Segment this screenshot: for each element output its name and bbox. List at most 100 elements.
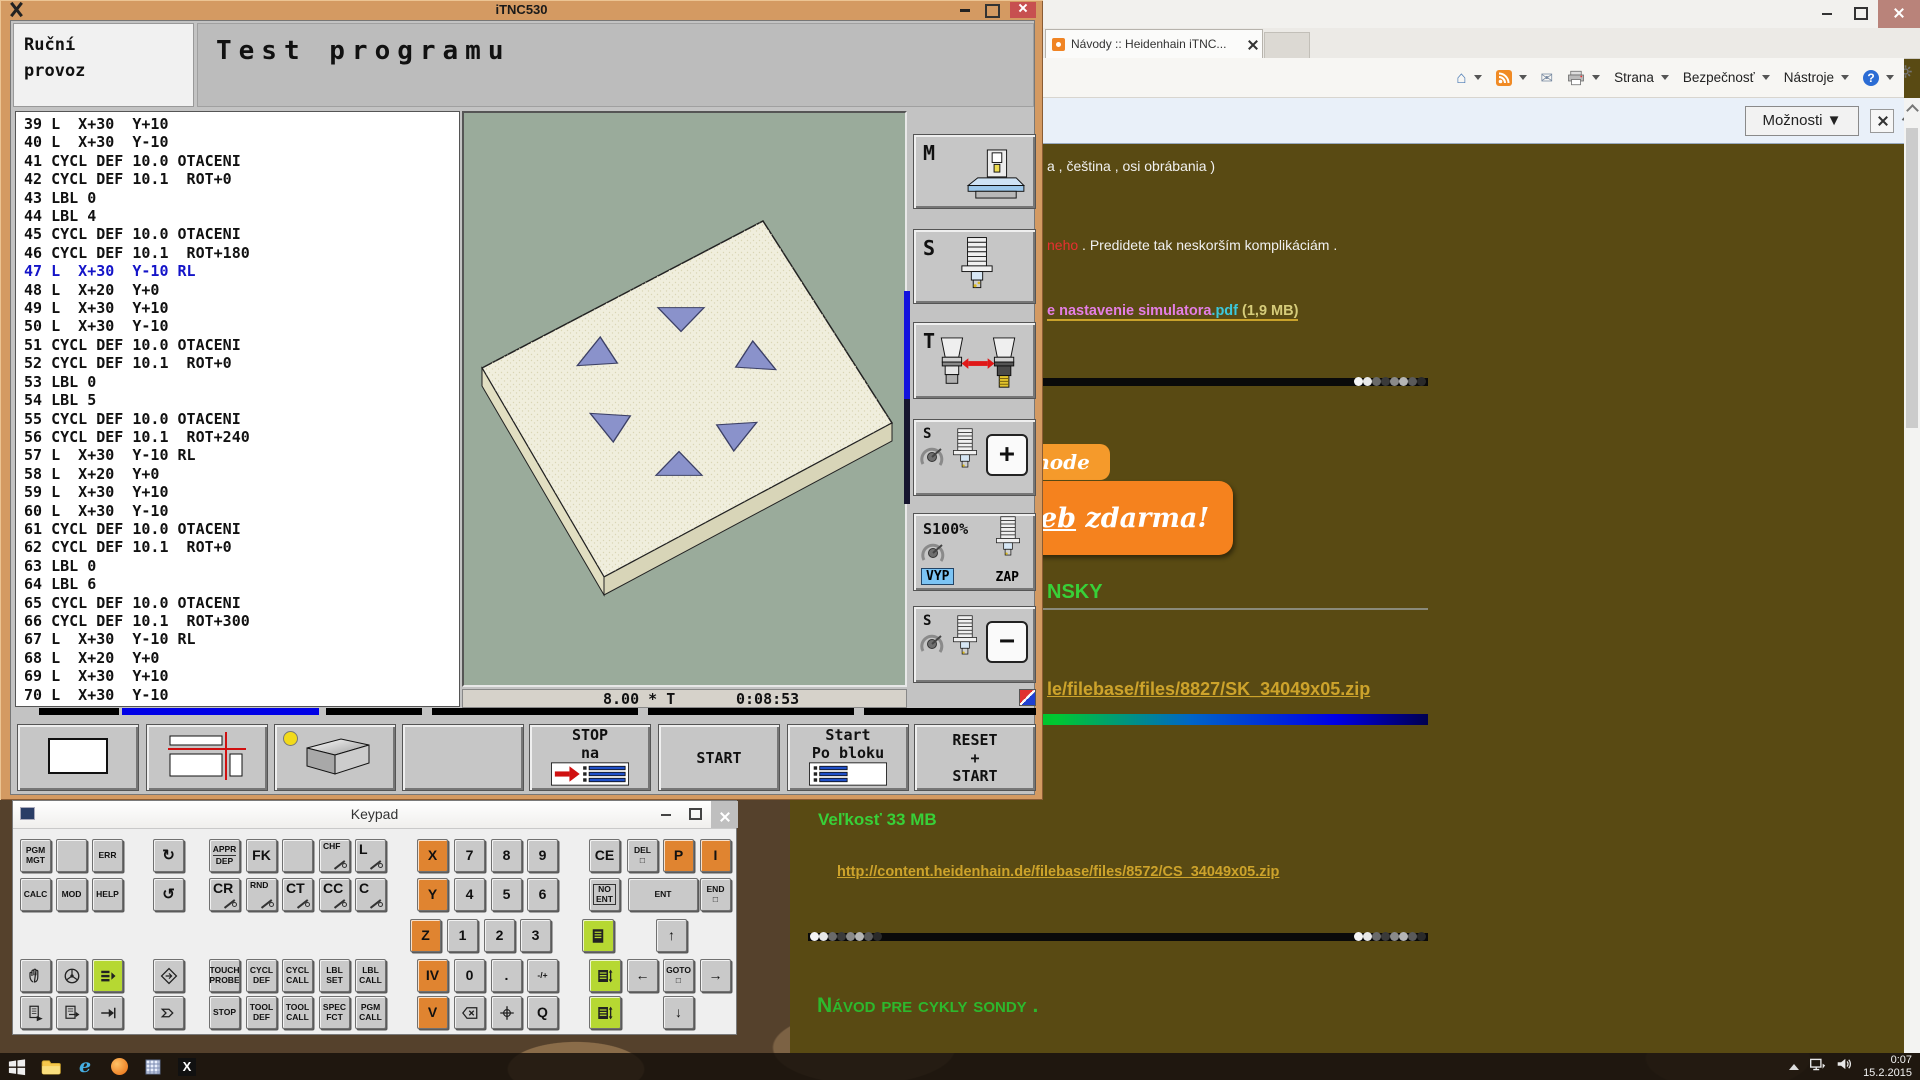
program-line[interactable]: 39 L X+30 Y+10 [24, 115, 459, 133]
screen-doc-icon[interactable] [582, 919, 614, 952]
softkey-start-po bloku[interactable]: Start Po bloku [787, 724, 909, 791]
program-line[interactable]: 64 LBL 6 [24, 575, 459, 593]
run-arrow-icon[interactable] [92, 996, 123, 1029]
hand-icon[interactable] [20, 959, 51, 992]
zip-link-sk[interactable]: le/filebase/files/8827/SK_34049x05.zip [1047, 679, 1370, 700]
backspace-icon[interactable] [454, 996, 485, 1029]
program-line[interactable]: 66 CYCL DEF 10.1 ROT+300 [24, 612, 459, 630]
program-line[interactable]: 70 L X+30 Y-10 [24, 686, 459, 704]
program-line[interactable]: 59 L X+30 Y+10 [24, 483, 459, 501]
key-ct[interactable]: CT [282, 878, 313, 911]
key-ce[interactable]: CE [589, 839, 620, 872]
key-7[interactable]: 7 [454, 839, 485, 872]
key-pgm[interactable]: PGMCALL [355, 996, 386, 1029]
program-line[interactable]: 48 L X+20 Y+0 [24, 281, 459, 299]
network-icon[interactable] [1809, 1057, 1826, 1077]
mdi-icon[interactable] [153, 959, 184, 992]
program-line[interactable]: 41 CYCL DEF 10.0 OTACENI [24, 152, 459, 170]
key-z[interactable]: Z [410, 919, 441, 952]
vyp-toggle[interactable]: VYP [921, 568, 954, 585]
key-6[interactable]: 6 [527, 878, 558, 911]
program-line[interactable]: 44 LBL 4 [24, 207, 459, 225]
tab-close-icon[interactable] [1248, 40, 1256, 48]
program-line[interactable]: 68 L X+20 Y+0 [24, 649, 459, 667]
arrow-outline-icon[interactable] [153, 996, 184, 1029]
tnc-minimize-button[interactable] [960, 9, 970, 12]
taskbar-clock[interactable]: 0:07 15.2.2015 [1863, 1054, 1912, 1080]
scroll-up-icon[interactable] [1906, 104, 1919, 117]
program-line[interactable]: 63 LBL 0 [24, 557, 459, 575]
key-.[interactable]: . [491, 959, 522, 992]
key-touch[interactable]: TOUCHPROBE [209, 959, 240, 992]
key-5[interactable]: 5 [491, 878, 522, 911]
key-↓[interactable]: ↓ [663, 996, 694, 1029]
key-v[interactable]: V [417, 996, 448, 1029]
home-icon[interactable]: ⌂ [1456, 68, 1481, 88]
options-button[interactable]: Možnosti ▼ [1745, 106, 1859, 136]
key-←[interactable]: ← [627, 959, 658, 992]
rss-icon[interactable] [1496, 70, 1527, 86]
softkey-start[interactable]: START [658, 724, 780, 791]
key-chf[interactable]: CHF [319, 839, 350, 872]
key-iv[interactable]: IV [417, 959, 448, 992]
menu-nástroje[interactable]: Nástroje [1784, 70, 1849, 85]
tnc-titlebar[interactable]: iTNC530 [0, 0, 1043, 20]
key-tool[interactable]: TOOLCALL [282, 996, 313, 1029]
key-↺[interactable]: ↺ [153, 878, 184, 911]
program-line[interactable]: 58 L X+20 Y+0 [24, 465, 459, 483]
zip-link-cs[interactable]: http://content.heidenhain.de/filebase/fi… [837, 864, 1279, 880]
key-3[interactable]: 3 [520, 919, 551, 952]
scrollbar-thumb[interactable] [1906, 128, 1918, 428]
program-line[interactable]: 42 CYCL DEF 10.1 ROT+0 [24, 170, 459, 188]
key-lbl[interactable]: LBLCALL [355, 959, 386, 992]
bar-close-button[interactable] [1870, 109, 1894, 133]
browser-minimize-button[interactable] [1810, 0, 1844, 28]
tray-expand-icon[interactable] [1789, 1064, 1799, 1070]
split-screen-icon[interactable] [589, 996, 621, 1029]
softkey-workpiece-3d-view[interactable] [274, 724, 396, 791]
start-button[interactable] [0, 1053, 34, 1080]
tnc-maximize-button[interactable] [985, 4, 1000, 18]
key-i[interactable]: I [700, 839, 731, 872]
key-appr[interactable]: APPRDEP [209, 839, 240, 872]
program-line[interactable]: 62 CYCL DEF 10.1 ROT+0 [24, 538, 459, 556]
key-cycl[interactable]: CYCLDEF [246, 959, 277, 992]
help-icon[interactable]: ? [1863, 70, 1894, 86]
key-↻[interactable]: ↻ [153, 839, 184, 872]
softkey-stop-na[interactable]: STOP na [529, 724, 651, 791]
browser-tab[interactable]: Návody :: Heidenhain iTNC... [1045, 29, 1263, 58]
program-line[interactable]: 47 L X+30 Y-10 RL [24, 262, 459, 280]
menu-bezpečnosť[interactable]: Bezpečnosť [1683, 70, 1770, 85]
pgm-single-icon[interactable] [20, 996, 51, 1029]
volume-icon[interactable] [1836, 1057, 1853, 1076]
softkey-workpiece-top-view[interactable] [17, 724, 139, 791]
toolbar-button-s[interactable]: S− [913, 606, 1036, 683]
key-goto[interactable]: GOTO□ [663, 959, 694, 992]
key-↑[interactable]: ↑ [656, 919, 687, 952]
key-mod[interactable]: MOD [56, 878, 87, 911]
browser-restore-button[interactable] [1844, 0, 1878, 28]
program-line[interactable]: 51 CYCL DEF 10.0 OTACENI [24, 336, 459, 354]
browser-scrollbar[interactable] [1904, 98, 1920, 1053]
key-l[interactable]: L [355, 839, 386, 872]
key-2[interactable]: 2 [484, 919, 515, 952]
softkey-empty[interactable] [402, 724, 524, 791]
key-y[interactable]: Y [417, 878, 448, 911]
key-8[interactable]: 8 [491, 839, 522, 872]
key-err[interactable]: ERR [92, 839, 123, 872]
media-app-icon[interactable] [102, 1053, 136, 1080]
program-line[interactable]: 56 CYCL DEF 10.1 ROT+240 [24, 428, 459, 446]
mail-icon[interactable]: ✉ [1541, 69, 1554, 87]
program-line[interactable]: 40 L X+30 Y-10 [24, 133, 459, 151]
program-line[interactable]: 60 L X+30 Y-10 [24, 502, 459, 520]
key-del[interactable]: DEL□ [627, 839, 658, 872]
program-line[interactable]: 50 L X+30 Y-10 [24, 317, 459, 335]
key-calc[interactable]: CALC [20, 878, 51, 911]
print-icon[interactable] [1567, 70, 1600, 86]
key-p[interactable]: P [663, 839, 694, 872]
key-blank[interactable] [282, 839, 313, 872]
key-x[interactable]: X [417, 839, 448, 872]
program-line[interactable]: 43 LBL 0 [24, 189, 459, 207]
key-c[interactable]: C [355, 878, 386, 911]
actual-pos-icon[interactable] [491, 996, 522, 1029]
